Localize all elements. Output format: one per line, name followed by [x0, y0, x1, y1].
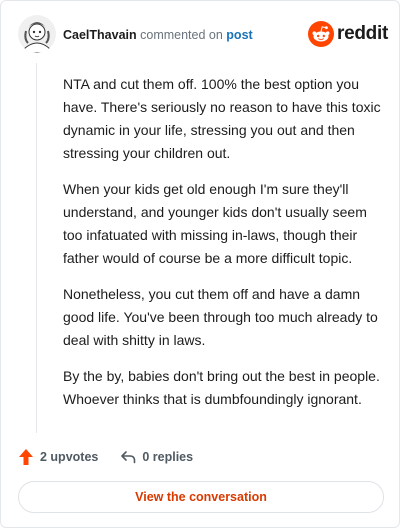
comment-meta: CaelThavain commented on post	[63, 28, 253, 42]
upvote-button[interactable]: 2 upvotes	[18, 448, 98, 466]
reply-arrow-icon	[121, 451, 136, 464]
comment-paragraph: Nonetheless, you cut them off and have a…	[63, 286, 378, 348]
view-conversation-button[interactable]: View the conversation	[18, 481, 384, 513]
comment-header: CaelThavain commented on post reddit	[18, 15, 388, 55]
reddit-logo-icon	[308, 21, 335, 47]
avatar-icon	[18, 15, 56, 53]
comment-body: NTA and cut them off. 100% the best opti…	[63, 73, 381, 424]
commented-on-text: commented on	[140, 28, 223, 42]
replies-button[interactable]: 0 replies	[120, 450, 193, 464]
reddit-brand[interactable]: reddit	[308, 21, 388, 47]
upvote-count: 2 upvotes	[40, 450, 99, 464]
comment-actions: 2 upvotes 0 replies	[18, 447, 378, 467]
comment-paragraph: When your kids get old enough I'm sure t…	[63, 181, 367, 266]
embedded-comment-card: CaelThavain commented on post reddit NTA…	[0, 0, 400, 528]
reddit-wordmark: reddit	[337, 23, 388, 44]
comment-paragraph: NTA and cut them off. 100% the best opti…	[63, 76, 381, 161]
username-link[interactable]: CaelThavain	[63, 28, 137, 42]
comment-paragraph: By the by, babies don't bring out the be…	[63, 368, 380, 407]
user-avatar[interactable]	[18, 15, 56, 53]
upvote-arrow-icon	[19, 449, 33, 465]
reply-count: 0 replies	[142, 450, 194, 464]
post-link[interactable]: post	[226, 28, 252, 42]
thread-line	[36, 63, 37, 433]
